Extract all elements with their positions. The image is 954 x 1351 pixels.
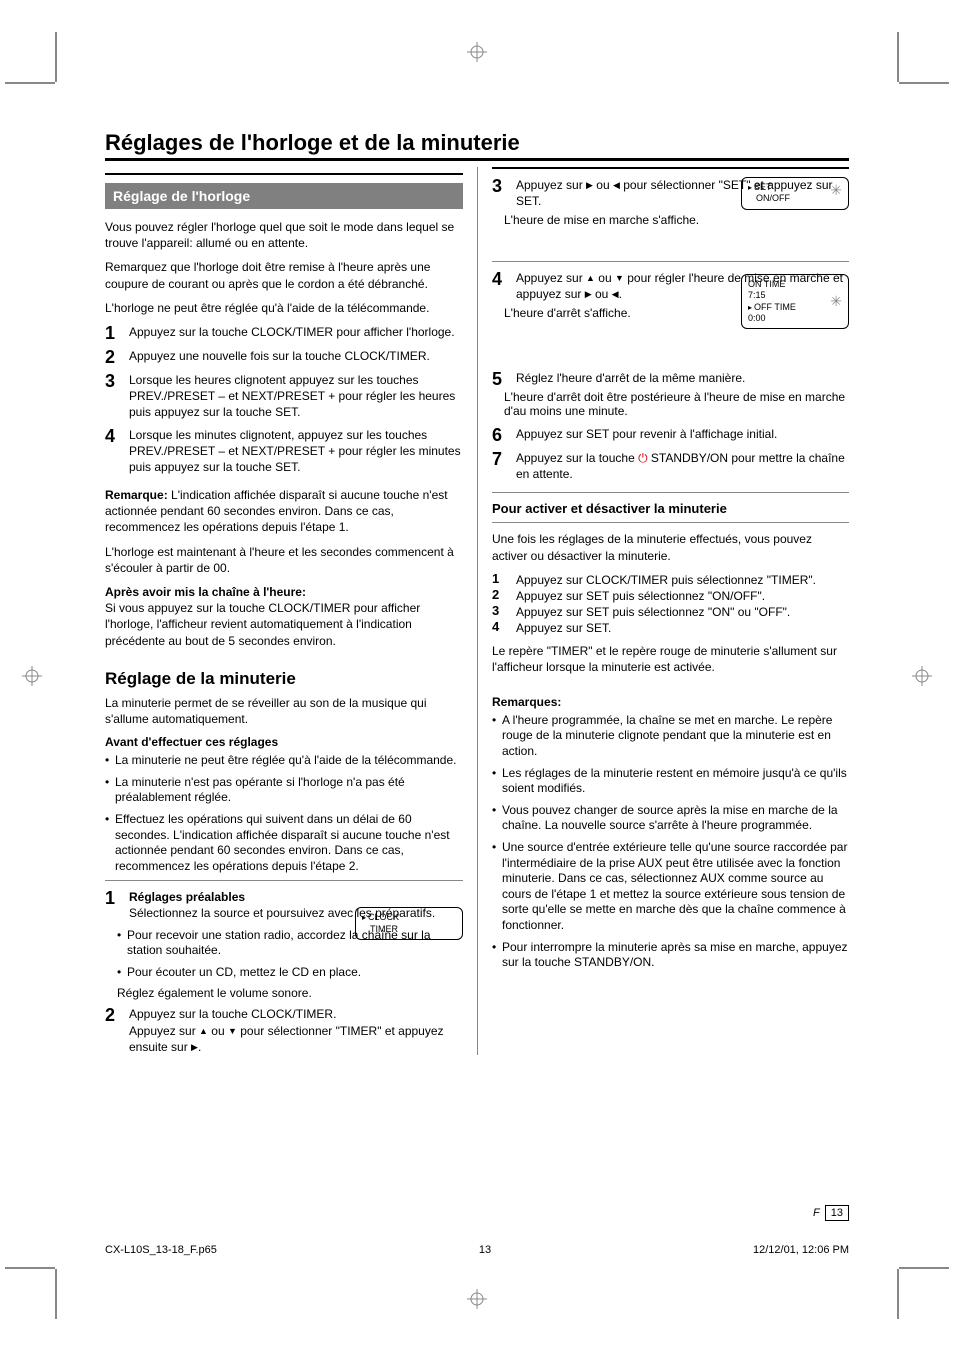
activate-step-3: 3Appuyez sur SET puis sélectionnez "ON" … — [492, 604, 849, 620]
spark-icon: ✳ — [830, 182, 842, 200]
clock-p1: Remarquez que l'horloge doit être remise… — [105, 259, 463, 291]
rule — [492, 167, 849, 169]
activate-p1: Une fois les réglages de la minuterie ef… — [492, 531, 849, 563]
step5-note: L'heure d'arrêt doit être postérieure à … — [492, 390, 849, 418]
rule — [492, 492, 849, 493]
timer-step1-sub2: •Pour écouter un CD, mettez le CD en pla… — [105, 965, 463, 981]
activate-heading: Pour activer et désactiver la minuterie — [492, 501, 849, 516]
clock-note: Remarque: L'indication affichée disparaî… — [105, 487, 463, 536]
left-icon: ◀ — [613, 180, 620, 190]
right-icon: ▶ — [585, 289, 592, 299]
section-title: Réglages de l'horloge et de la minuterie — [105, 130, 849, 156]
print-footer: CX-L10S_13-18_F.p65 13 12/12/01, 12:06 P… — [105, 1244, 849, 1256]
clock-p2: L'horloge ne peut être réglée qu'à l'aid… — [105, 300, 463, 316]
activate-step-2: 2Appuyez sur SET puis sélectionnez "ON/O… — [492, 588, 849, 604]
note-2: •Les réglages de la minuterie restent en… — [492, 766, 849, 797]
timer-bullet-3: •Effectuez les opérations qui suivent da… — [105, 812, 463, 874]
timer-intro: La minuterie permet de se réveiller au s… — [105, 695, 463, 727]
note-5: •Pour interrompre la minuterie après sa … — [492, 940, 849, 971]
step4-note: L'heure d'arrêt s'affiche. — [492, 306, 719, 320]
right-icon: ▶ — [586, 180, 593, 190]
clock-step-1: 1Appuyez sur la touche CLOCK/TIMER pour … — [105, 324, 463, 342]
clock-step-4: 4Lorsque les minutes clignotent, appuyez… — [105, 427, 463, 476]
up-icon: ▲ — [199, 1026, 208, 1036]
screen-box-3: ✳ ▸SET ON/OFF — [741, 177, 849, 210]
activate-step-4: 4Appuyez sur SET. — [492, 620, 849, 636]
activate-step-1: 1Appuyez sur CLOCK/TIMER puis sélectionn… — [492, 572, 849, 588]
registration-mark-left — [22, 666, 42, 686]
step3-note: L'heure de mise en marche s'affiche. — [492, 213, 719, 227]
rule — [105, 173, 463, 175]
registration-mark-top — [467, 42, 487, 62]
clock-intro: Vous pouvez régler l'horloge quel que so… — [105, 219, 463, 251]
rule — [492, 522, 849, 523]
step-4-area: ✳ ON TIME 7:15 ▸OFF TIME 0:00 4 Appuyez … — [492, 270, 849, 370]
down-icon: ▼ — [228, 1026, 237, 1036]
rule — [105, 880, 463, 881]
screen-box-4: ✳ ON TIME 7:15 ▸OFF TIME 0:00 — [741, 274, 849, 329]
down-icon: ▼ — [615, 273, 624, 283]
timer-bullet-1: •La minuterie ne peut être réglée qu'à l… — [105, 753, 463, 769]
left-icon: ◀ — [612, 289, 619, 299]
spark-icon: ✳ — [830, 293, 842, 311]
registration-mark-bottom — [467, 1289, 487, 1309]
step-7: 7 Appuyez sur la touche ⏻ STANDBY/ON pou… — [492, 450, 849, 482]
up-icon: ▲ — [586, 273, 595, 283]
page-number: F 13 — [813, 1205, 849, 1221]
title-rule — [105, 158, 849, 161]
step-5: 5Réglez l'heure d'arrêt de la même maniè… — [492, 370, 849, 388]
timer-bullet-2: •La minuterie n'est pas opérante si l'ho… — [105, 775, 463, 806]
note-3: •Vous pouvez changer de source après la … — [492, 803, 849, 834]
page-content: Réglages de l'horloge et de la minuterie… — [105, 130, 849, 1221]
activate-note: Le repère "TIMER" et le repère rouge de … — [492, 643, 849, 675]
clock-after: Après avoir mis la chaîne à l'heure:Si v… — [105, 584, 463, 649]
screen-box-1: ▸CLOCK TIMER — [355, 907, 463, 940]
rule — [492, 261, 849, 262]
right-column: ✳ ▸SET ON/OFF 3 Appuyez sur ▶ ou ◀ pour … — [477, 167, 849, 1055]
clock-step-3: 3Lorsque les heures clignotent appuyez s… — [105, 372, 463, 421]
registration-mark-right — [912, 666, 932, 686]
timer-step-2: 2 Appuyez sur la touche CLOCK/TIMER. App… — [105, 1006, 463, 1055]
step-6: 6Appuyez sur SET pour revenir à l'affich… — [492, 426, 849, 444]
clock-heading: Réglage de l'horloge — [105, 183, 463, 209]
timer-step1-note: Réglez également le volume sonore. — [105, 986, 463, 1000]
standby-icon: ⏻ — [638, 451, 648, 465]
note-1: •A l'heure programmée, la chaîne se met … — [492, 713, 849, 760]
timer-sub-heading: Avant d'effectuer ces réglages — [105, 735, 463, 749]
timer-title: Réglage de la minuterie — [105, 669, 463, 689]
clock-step-2: 2Appuyez une nouvelle fois sur la touche… — [105, 348, 463, 366]
notes-label: Remarques: — [492, 695, 849, 709]
left-column: Réglage de l'horloge Vous pouvez régler … — [105, 167, 477, 1055]
clock-post: L'horloge est maintenant à l'heure et le… — [105, 544, 463, 576]
right-icon: ▶ — [191, 1042, 198, 1052]
timer-step-1-area: ▸CLOCK TIMER 1 Réglages préalables Sélec… — [105, 889, 463, 1000]
note-4: •Une source d'entrée extérieure telle qu… — [492, 840, 849, 934]
step-3-area: ✳ ▸SET ON/OFF 3 Appuyez sur ▶ ou ◀ pour … — [492, 177, 849, 255]
